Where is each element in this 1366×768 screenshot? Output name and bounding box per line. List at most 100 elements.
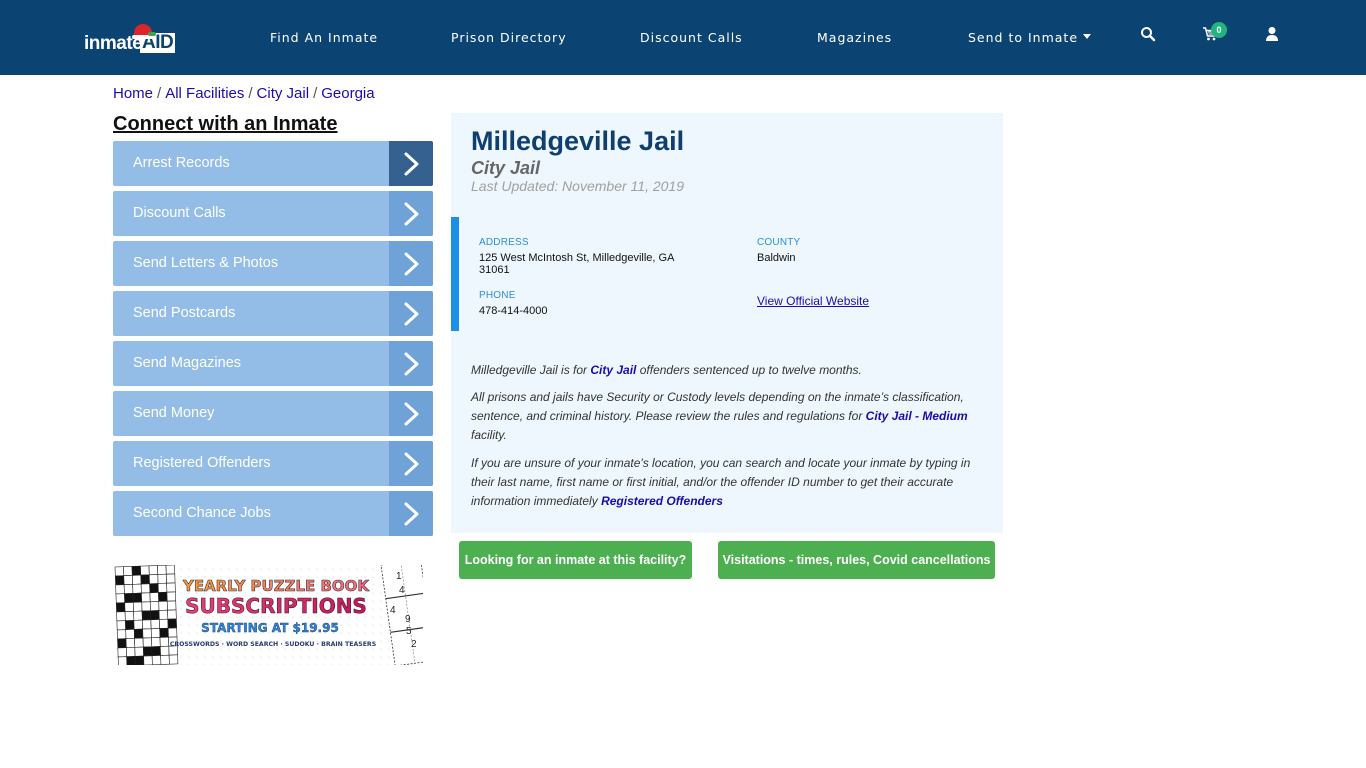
top-navbar: inmate AID Find An Inmate Prison Directo… (0, 0, 1366, 75)
breadcrumb-separator: / (248, 85, 253, 102)
user-account-icon[interactable] (1264, 26, 1284, 46)
sidebar-item-send-postcards[interactable]: Send Postcards (113, 291, 433, 336)
sidebar-item-label: Arrest Records (133, 155, 230, 171)
breadcrumb-city-jail[interactable]: City Jail (257, 85, 310, 102)
crossword-cell (159, 645, 170, 656)
sidebar-item-arrest-records[interactable]: Arrest Records (113, 141, 433, 186)
crossword-cell (115, 602, 126, 613)
crossword-cell (140, 583, 151, 594)
sudoku-digit: 5 (406, 626, 412, 637)
description-paragraph-3: If you are unsure of your inmate's locat… (471, 454, 983, 511)
crossword-cell (115, 584, 125, 595)
visitations-button[interactable]: Visitations - times, rules, Covid cancel… (718, 541, 995, 579)
nav-magazines[interactable]: Magazines (817, 30, 892, 45)
crossword-cell (123, 584, 134, 594)
santa-hat-leaf (148, 32, 156, 36)
sudoku-digit: 2 (411, 639, 417, 650)
crossword-cell (141, 610, 152, 621)
nav-find-an-inmate[interactable]: Find An Inmate (270, 30, 378, 45)
chevron-right-icon (389, 241, 433, 286)
nav-send-to-inmate[interactable]: Send to Inmate (968, 30, 1092, 45)
inmateaid-logo[interactable]: inmate AID (84, 22, 184, 56)
breadcrumb-georgia[interactable]: Georgia (321, 85, 374, 102)
crossword-cell (158, 591, 168, 602)
sidebar-item-label: Send Postcards (133, 305, 236, 321)
crossword-cell (134, 655, 145, 665)
crossword-cell (143, 655, 153, 665)
address-value: 125 West McIntosh St, Milledgeville, GA … (479, 252, 674, 276)
sidebar-item-second-chance-jobs[interactable]: Second Chance Jobs (113, 491, 433, 536)
chevron-right-icon (389, 191, 433, 236)
county-label: COUNTY (757, 237, 801, 248)
registered-offenders-link[interactable]: Registered Offenders (601, 494, 723, 508)
crossword-cell (140, 565, 150, 576)
breadcrumb-all-facilities[interactable]: All Facilities (165, 85, 244, 102)
crossword-cell (166, 591, 177, 602)
nav-discount-calls[interactable]: Discount Calls (640, 30, 743, 45)
crossword-cell (150, 610, 160, 621)
crossword-cell (143, 646, 153, 657)
county-value: Baldwin (757, 252, 796, 264)
nav-send-to-inmate-label: Send to Inmate (968, 30, 1079, 45)
crossword-cell (157, 565, 167, 575)
find-inmate-at-facility-button[interactable]: Looking for an inmate at this facility? (459, 541, 692, 579)
breadcrumb-separator: / (157, 85, 162, 102)
address-label: ADDRESS (479, 237, 529, 248)
crossword-cell (117, 638, 127, 649)
crossword-cell (141, 592, 151, 603)
city-jail-link[interactable]: City Jail (590, 363, 636, 377)
facility-details-box: ADDRESS 125 West McIntosh St, Milledgevi… (451, 217, 1003, 331)
sidebar-item-discount-calls[interactable]: Discount Calls (113, 191, 433, 236)
crossword-cell (115, 593, 126, 604)
crossword-cell (149, 583, 159, 594)
crossword-cell (116, 611, 126, 622)
nav-prison-directory[interactable]: Prison Directory (451, 30, 567, 45)
breadcrumb-home[interactable]: Home (113, 85, 153, 102)
sidebar-item-label: Send Money (133, 405, 215, 421)
crossword-cell (126, 647, 136, 657)
crossword-cell (142, 637, 153, 648)
sidebar-item-send-magazines[interactable]: Send Magazines (113, 341, 433, 386)
crossword-cell (125, 620, 135, 630)
crossword-cell (150, 619, 160, 630)
city-jail-medium-link[interactable]: City Jail - Medium (866, 409, 968, 423)
crossword-cell (151, 655, 162, 665)
sudoku-digit: 9 (405, 614, 411, 625)
crossword-cell (131, 565, 142, 576)
sudoku-digit: 4 (399, 585, 405, 596)
crossword-cell (149, 592, 160, 603)
search-icon[interactable] (1140, 26, 1160, 46)
crossword-cell (116, 629, 127, 640)
crossword-cell (168, 654, 179, 665)
crossword-cell (150, 628, 161, 639)
crossword-cell (159, 636, 170, 647)
sidebar-item-send-letters-photos[interactable]: Send Letters & Photos (113, 241, 433, 286)
crossword-cell (148, 565, 159, 576)
ad-line-1: YEARLY PUZZLE BOOK (182, 577, 370, 595)
chevron-right-icon (389, 141, 433, 186)
crossword-cell (157, 582, 168, 593)
sidebar-item-send-money[interactable]: Send Money (113, 391, 433, 436)
official-website-link[interactable]: View Official Website (757, 294, 869, 308)
crossword-cell (160, 654, 170, 665)
crossword-cell (125, 638, 136, 648)
crossword-cell (124, 611, 135, 621)
crossword-cell (114, 566, 125, 577)
sidebar-title: Connect with an Inmate (113, 113, 338, 135)
chevron-right-icon (389, 391, 433, 436)
sidebar-item-label: Send Letters & Photos (133, 255, 279, 271)
crossword-cell (126, 656, 136, 665)
crossword-cell (123, 575, 133, 586)
crossword-cell (132, 592, 143, 603)
puzzle-book-ad-banner[interactable]: 1 4 4 9 5 2 YEARLY PUZZLE BOOK SUBSCRIPT… (113, 565, 423, 665)
breadcrumb-separator: / (313, 85, 318, 102)
crossword-grid-graphic (114, 565, 179, 665)
sudoku-digit: 4 (390, 605, 396, 616)
sidebar-item-registered-offenders[interactable]: Registered Offenders (113, 441, 433, 486)
crossword-cell (148, 574, 159, 585)
crossword-cell (134, 646, 144, 657)
phone-value: 478-414-4000 (479, 305, 548, 317)
crossword-cell (124, 602, 134, 612)
crossword-cell (133, 610, 143, 621)
crossword-cell (166, 600, 177, 611)
